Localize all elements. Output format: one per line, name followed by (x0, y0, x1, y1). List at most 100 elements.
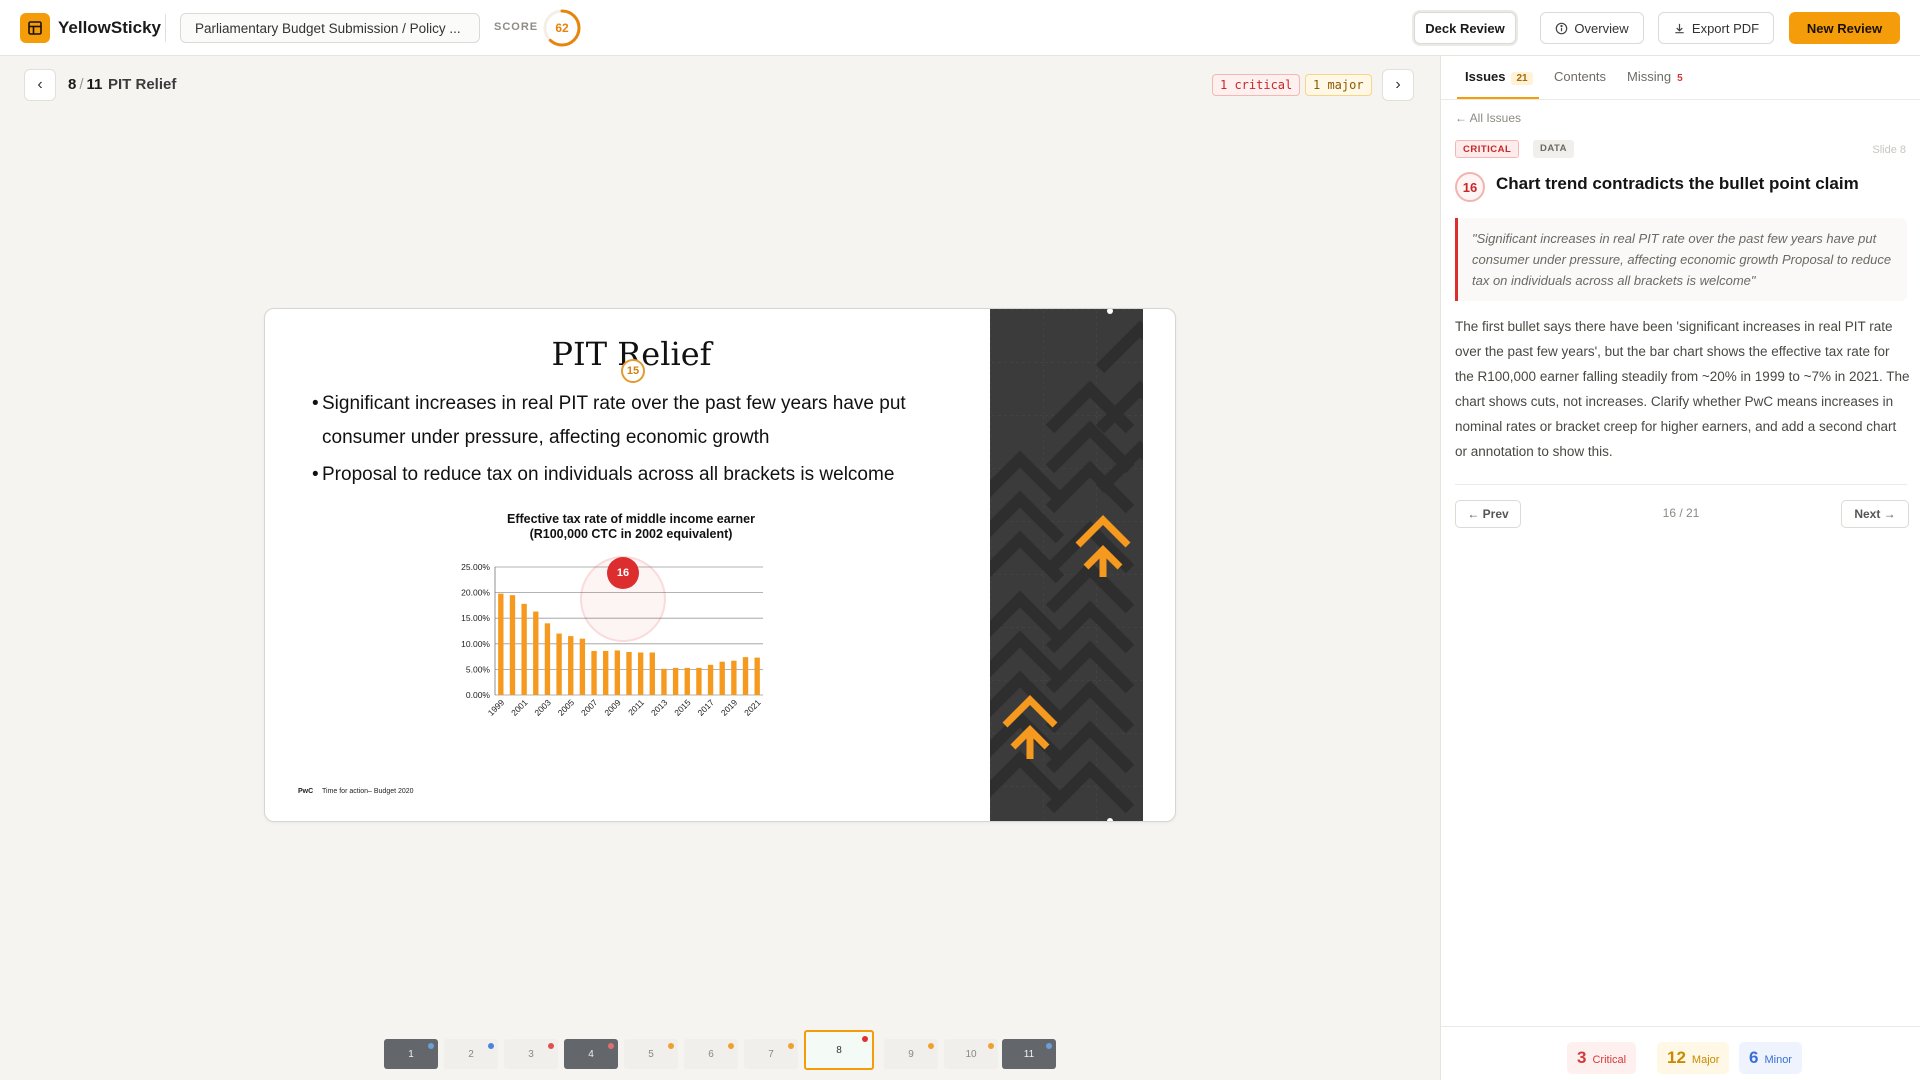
slide-thumbnail-number: 6 (708, 1048, 714, 1060)
chart-y-tick-label: 0.00% (466, 690, 491, 700)
chart-y-ticks: 25.00% 20.00% 15.00% 10.00% 5.00% 0.00% (461, 562, 490, 700)
issue-description: The first bullet says there have been 's… (1455, 319, 1910, 459)
issue-status-dot (608, 1043, 614, 1049)
chart-y-tick-label: 20.00% (461, 588, 490, 598)
next-issue-button[interactable]: Next → (1841, 500, 1909, 528)
info-icon (1556, 22, 1568, 34)
issue-quote: "Significant increases in real PIT rate … (1455, 218, 1907, 301)
chart-title: Effective tax rate of middle income earn… (507, 512, 755, 526)
chart-x-tick-label: 2003 (532, 697, 553, 718)
brand-name[interactable]: YellowSticky (58, 18, 161, 38)
major-count: 12 (1667, 1048, 1686, 1067)
chart-x-tick-label: 2011 (626, 697, 646, 717)
score-label: SCORE (494, 21, 539, 33)
issue-status-dot (788, 1043, 794, 1049)
tab-missing-count: 5 (1677, 73, 1683, 84)
chart-x-tick-label: 2001 (509, 697, 530, 718)
deck-review-button[interactable]: Deck Review (1414, 12, 1516, 44)
bullet-text: Proposal to reduce tax on individuals ac… (322, 464, 895, 485)
overview-button[interactable]: Overview (1540, 12, 1644, 44)
tab-missing[interactable]: Missing 5 (1627, 69, 1683, 84)
chart-y-tick-label: 25.00% (461, 562, 490, 572)
issue-status-dot (1046, 1043, 1052, 1049)
slide-thumbnail-number: 8 (836, 1044, 842, 1056)
issue-status-dot (428, 1043, 434, 1049)
chevron-left-icon: ‹ (37, 76, 43, 93)
download-icon (1675, 23, 1684, 33)
slide-thumbnail[interactable]: 3 (504, 1039, 558, 1069)
chart-bar (579, 638, 586, 695)
slide-thumbnail[interactable]: 8 (804, 1030, 874, 1070)
slide-thumbnail[interactable]: 6 (684, 1039, 738, 1069)
chart-bar (498, 593, 504, 695)
footer-logo: PwC (298, 788, 314, 795)
slide-thumbnail[interactable]: 11 (1002, 1039, 1056, 1069)
previous-slide-button[interactable]: ‹ (24, 69, 56, 101)
slide-thumbnail[interactable]: 2 (444, 1039, 498, 1069)
bullet-dot: • (312, 464, 319, 485)
chart-bar (672, 667, 679, 695)
issue-marker-15[interactable]: 15 (621, 359, 645, 383)
tab-contents[interactable]: Contents (1554, 69, 1606, 84)
export-pdf-button[interactable]: Export PDF (1658, 12, 1774, 44)
chart-bar (731, 660, 737, 695)
tab-issues[interactable]: Issues 21 (1465, 69, 1533, 85)
chart-bar (742, 657, 749, 695)
slide-counter-separator: / (79, 76, 84, 93)
next-slide-button[interactable]: › (1382, 69, 1414, 101)
issue-status-dot (548, 1043, 554, 1049)
chart-bar (544, 623, 551, 695)
new-review-button[interactable]: New Review (1789, 12, 1900, 44)
chart-bar (509, 595, 516, 695)
slide-thumbnail-number: 11 (1023, 1048, 1035, 1060)
slide-thumbnail[interactable]: 9 (884, 1039, 938, 1069)
issues-panel: Issues 21 Contents Missing 5 ← All Issues … (1440, 56, 1920, 1080)
chart-bar (719, 661, 725, 695)
issue-status-dot (988, 1043, 994, 1049)
issue-marker-16[interactable]: 16 (607, 557, 639, 589)
slide-thumbnail[interactable]: 10 (944, 1039, 998, 1069)
critical-label: Critical (1592, 1054, 1627, 1066)
document-title[interactable]: Parliamentary Budget Submission / Policy… (180, 13, 480, 43)
chart-y-tick-label: 10.00% (461, 639, 490, 649)
critical-summary[interactable]: 3 Critical (1567, 1042, 1637, 1074)
chart-bar (533, 611, 539, 695)
slide-thumbnail[interactable]: 5 (624, 1039, 678, 1069)
all-issues-link[interactable]: ← All Issues (1455, 111, 1521, 125)
logo-icon[interactable] (20, 13, 50, 43)
minor-summary[interactable]: 6 Minor (1739, 1042, 1802, 1074)
major-count-tag[interactable]: 1 major (1305, 74, 1372, 96)
chart-x-tick-label: 1999 (486, 697, 507, 718)
chevron-pattern-icon (975, 309, 1175, 821)
slide-thumbnail[interactable]: 1 (384, 1039, 438, 1069)
slide-thumbnail[interactable]: 7 (744, 1039, 798, 1069)
overview-label: Overview (1574, 20, 1629, 36)
tab-issues-label: Issues (1465, 69, 1506, 84)
prev-issue-button[interactable]: ← Prev (1455, 500, 1521, 528)
bullet-dot: • (312, 393, 319, 414)
score-value: 62 (555, 21, 569, 35)
major-summary[interactable]: 12 Major (1657, 1042, 1730, 1074)
critical-count-tag[interactable]: 1 critical (1212, 74, 1301, 96)
chart-x-ticks: 1999 2001 2003 2005 2007 2009 2011 2013 2015 2017… (486, 697, 763, 718)
chart-bar (603, 650, 609, 695)
chart-x-tick-label: 2019 (719, 697, 740, 718)
slide-reference[interactable]: Slide 8 (1872, 144, 1906, 156)
export-pdf-label: Export PDF (1691, 20, 1760, 36)
chevron-right-icon: › (1395, 76, 1401, 93)
slide-canvas: PIT Relief • Significant increases in rea… (264, 308, 1176, 822)
slide-counter: 8/11 (68, 76, 102, 93)
critical-count: 3 (1577, 1048, 1587, 1067)
slide-thumbnail-number: 9 (908, 1048, 914, 1060)
minor-label: Minor (1764, 1054, 1792, 1066)
slide-thumbnail[interactable]: 4 (564, 1039, 618, 1069)
slide-thumbnail-number: 7 (768, 1048, 774, 1060)
slide-thumbnail-number: 5 (648, 1048, 654, 1060)
chart-bar (556, 633, 562, 695)
chart-bar (649, 652, 655, 695)
chart-x-tick-label: 2021 (742, 697, 763, 718)
chart-bar (754, 657, 760, 695)
issue-status-dot (488, 1043, 494, 1049)
chart-bar (568, 636, 574, 695)
toolbar-divider (165, 14, 166, 42)
